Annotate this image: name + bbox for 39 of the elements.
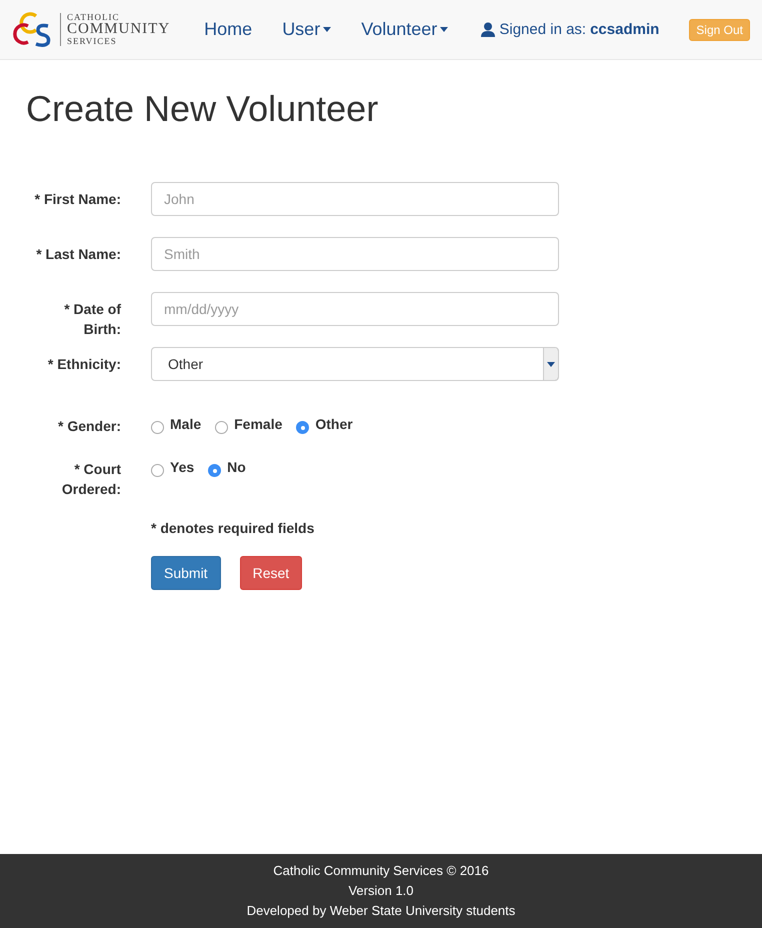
brand-name: SERVICES [67, 37, 118, 46]
signed-in-label: Signed in as: [499, 21, 586, 38]
radio-label: No [227, 459, 246, 475]
user-icon [481, 22, 496, 37]
radio-label: Other [315, 416, 353, 432]
nav-link[interactable]: Home [204, 19, 252, 40]
text-field[interactable]: John [151, 182, 559, 216]
caret-icon [547, 362, 555, 366]
radio-button[interactable] [208, 464, 222, 477]
radio-button[interactable] [151, 464, 164, 477]
field-label: * Last Name: [35, 245, 121, 264]
radio-button[interactable] [296, 421, 310, 434]
nav-link[interactable]: Volunteer [361, 19, 448, 40]
caret-icon [323, 27, 332, 32]
radio-button[interactable] [215, 421, 228, 434]
field-label: * Court Ordered: [60, 460, 121, 499]
text-field[interactable]: mm/dd/yyyy [151, 292, 559, 326]
radio-label: Female [234, 416, 282, 432]
footer-text: Catholic Community Services © 2016 [273, 862, 489, 880]
brand-name: COMMUNITY [67, 22, 170, 37]
caret-icon [440, 27, 448, 32]
select-field[interactable]: Other [151, 347, 559, 381]
field-label: * Gender: [56, 417, 121, 436]
field-label: * Ethnicity: [46, 355, 121, 374]
nav-link[interactable]: User [282, 19, 332, 40]
footer-text: Developed by Weber State University students [246, 902, 516, 920]
username: ccsadmin [590, 21, 660, 38]
field-label: * First Name: [34, 190, 121, 209]
radio-label: Yes [170, 459, 194, 475]
field-label: * Date of Birth: [63, 300, 121, 339]
submit-button[interactable]: Submit [151, 556, 221, 590]
radio-label: Male [170, 416, 202, 432]
page-title: Create New Volunteer [26, 88, 380, 130]
radio-button[interactable] [151, 421, 164, 434]
reset-button[interactable]: Reset [240, 556, 302, 590]
required-note: * denotes required fields [151, 520, 316, 536]
footer-text: Version 1.0 [348, 882, 414, 900]
text-field[interactable]: Smith [151, 237, 559, 271]
brand-name: CATHOLIC [67, 13, 120, 22]
